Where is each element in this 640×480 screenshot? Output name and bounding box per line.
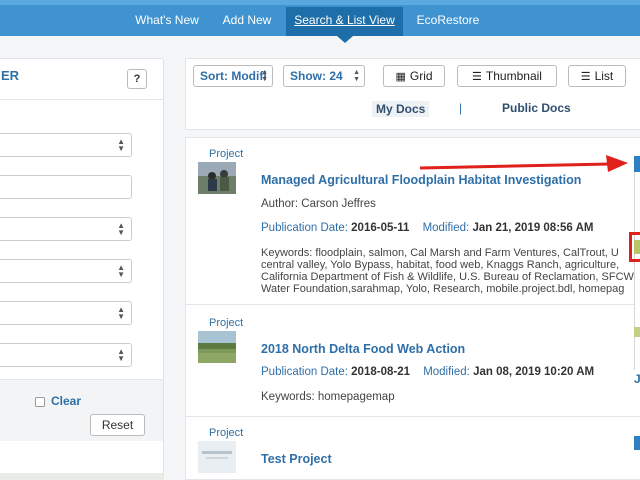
annotation-arrow-head [606,155,628,172]
annotation-arrow-line [419,162,611,170]
annotation-arrow [419,155,628,172]
